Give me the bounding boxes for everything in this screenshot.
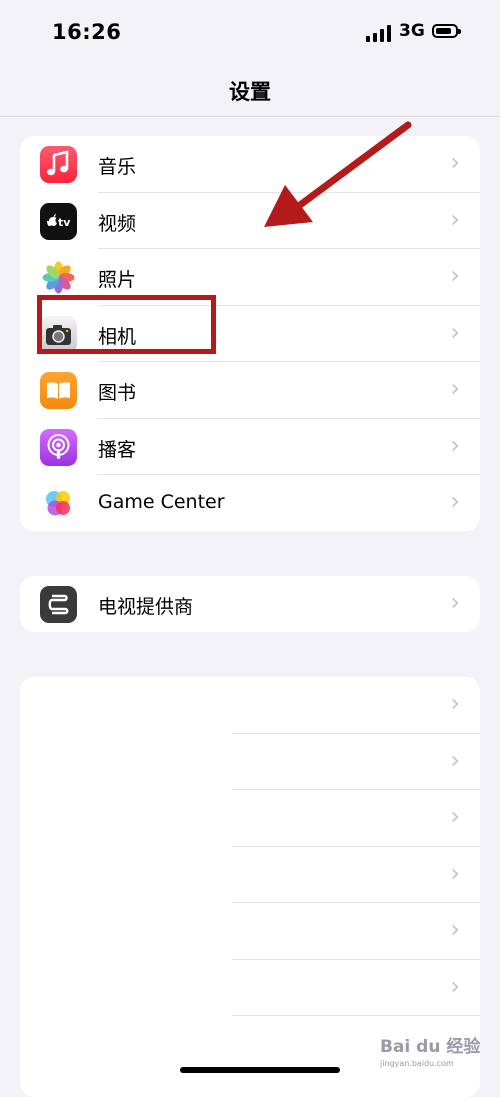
watermark-text: Bai du 经验 xyxy=(380,1037,481,1057)
home-indicator xyxy=(180,1067,340,1073)
red-arrow-annotation xyxy=(264,121,412,227)
watermark-subtext: jingyan.baidu.com xyxy=(380,1059,454,1068)
